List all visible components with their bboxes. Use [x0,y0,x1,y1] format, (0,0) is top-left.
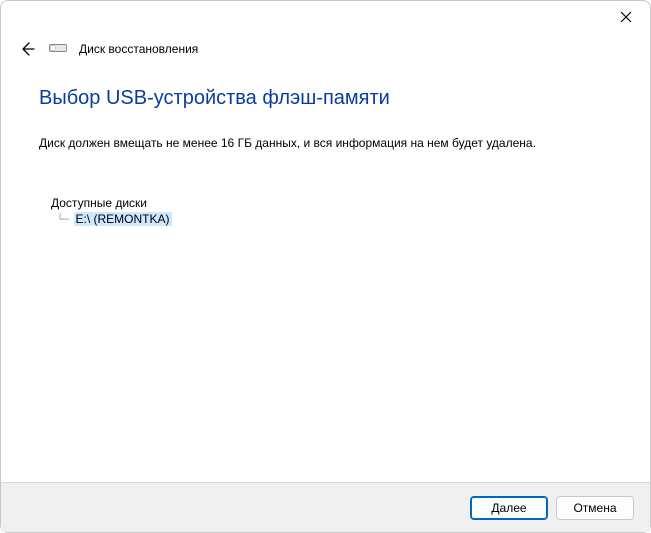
content-area: Выбор USB-устройства флэш-памяти Диск до… [1,59,650,226]
available-drives-tree: Доступные диски └─ E:\ (REMONTKA) [39,196,612,226]
footer-bar: Далее Отмена [1,482,650,532]
title-bar [1,1,650,33]
tree-item[interactable]: └─ E:\ (REMONTKA) [51,212,612,226]
window-title: Диск восстановления [79,42,198,56]
back-button[interactable] [17,39,37,59]
tree-connector-icon: └─ [51,213,74,226]
page-description: Диск должен вмещать не менее 16 ГБ данны… [39,136,612,150]
tree-root-label: Доступные диски [51,196,612,210]
next-button[interactable]: Далее [470,496,548,520]
page-heading: Выбор USB-устройства флэш-памяти [39,87,612,110]
close-button[interactable] [616,7,636,27]
tree-item-label: E:\ (REMONTKA) [74,212,172,226]
recovery-drive-icon [49,42,67,56]
cancel-button[interactable]: Отмена [556,496,634,520]
header-row: Диск восстановления [1,33,650,59]
